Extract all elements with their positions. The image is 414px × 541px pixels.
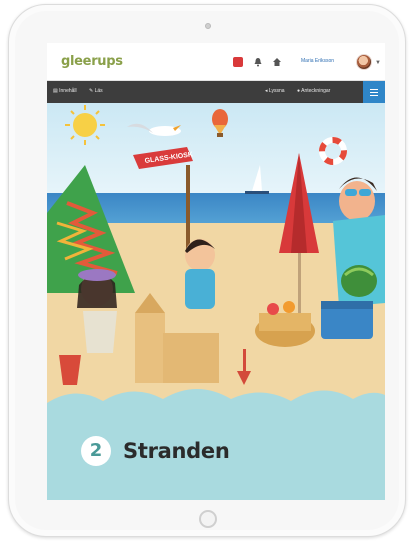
chapter-header: 2 Stranden xyxy=(47,403,385,500)
read-button[interactable]: ✎ Läs xyxy=(89,88,103,94)
camera-icon xyxy=(205,23,211,29)
home-icon[interactable] xyxy=(272,57,282,67)
picnic-basket xyxy=(255,301,315,347)
listen-button[interactable]: ◂ Lyssna xyxy=(265,88,285,94)
menu-icon[interactable] xyxy=(363,81,385,103)
balloon-icon xyxy=(212,109,228,137)
seagull-icon xyxy=(127,123,181,136)
user-name[interactable]: Maria Eriksson xyxy=(301,58,334,64)
sailboat-icon xyxy=(245,165,269,194)
cooler-box xyxy=(321,301,373,339)
bookmark-icon[interactable] xyxy=(233,57,243,67)
kiosk-sign: GLASS-KIOSK xyxy=(133,147,193,255)
notes-button[interactable]: ● Anteckningar xyxy=(297,88,330,94)
tablet-screen: gleerups Maria Eriksson ▼ ▤ Innehåll ✎ L… xyxy=(47,43,385,500)
life-ring-icon xyxy=(319,137,347,165)
contents-button[interactable]: ▤ Innehåll xyxy=(53,88,77,94)
reader-toolbar: ▤ Innehåll ✎ Läs ◂ Lyssna ● Anteckningar xyxy=(47,81,385,103)
beach-illustration: GLASS-KIOSK 2 Stranden xyxy=(47,103,385,500)
spade-icon xyxy=(237,349,251,385)
watermelon-icon xyxy=(341,265,377,297)
chapter-title: Stranden xyxy=(123,439,230,463)
avatar[interactable] xyxy=(356,54,372,70)
chevron-down-icon[interactable]: ▼ xyxy=(375,60,381,66)
app-header: gleerups Maria Eriksson ▼ xyxy=(47,43,385,81)
tablet-frame: gleerups Maria Eriksson ▼ ▤ Innehåll ✎ L… xyxy=(8,4,406,537)
bucket-icon xyxy=(59,355,81,385)
home-button[interactable] xyxy=(199,510,217,528)
girl-character xyxy=(77,269,117,353)
bell-icon[interactable] xyxy=(253,57,263,67)
chapter-number-badge: 2 xyxy=(81,436,111,466)
boy-character xyxy=(173,239,215,339)
sun-icon xyxy=(65,105,105,145)
app-logo[interactable]: gleerups xyxy=(61,54,123,69)
